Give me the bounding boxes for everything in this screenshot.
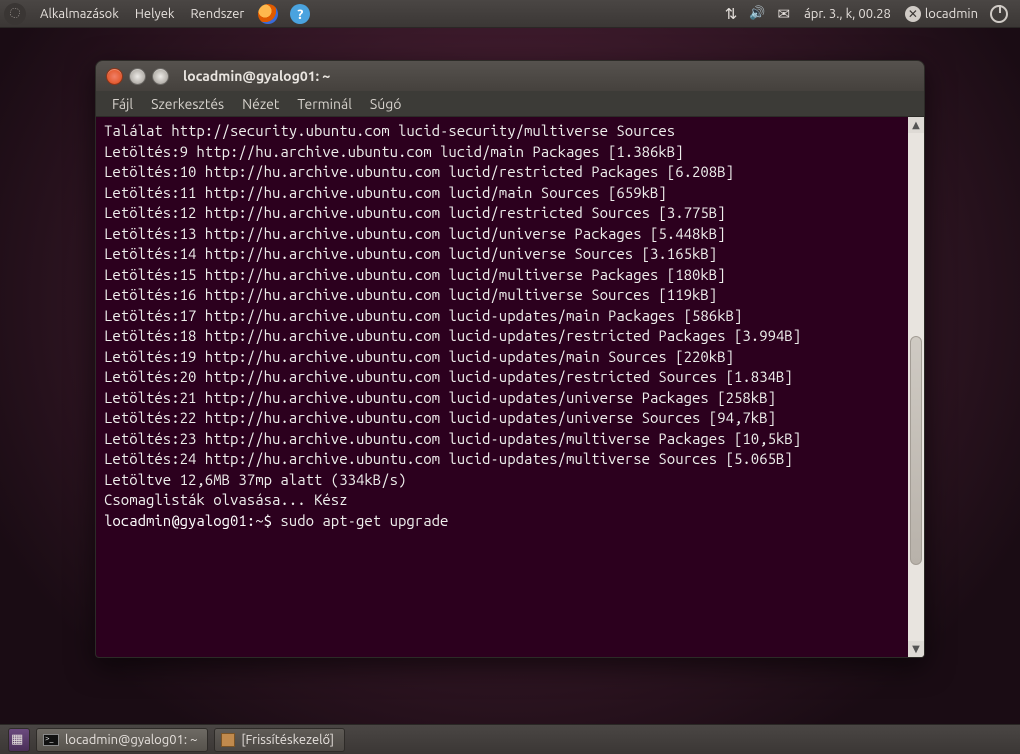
taskbar-item-terminal[interactable]: locadmin@gyalog01: ~: [36, 728, 208, 752]
user-menu-label: locadmin: [925, 7, 978, 21]
menu-view[interactable]: Nézet: [234, 93, 287, 115]
package-icon: [221, 733, 235, 747]
firefox-launcher-icon[interactable]: [258, 4, 278, 24]
shell-prompt: locadmin@gyalog01:~$: [104, 512, 280, 529]
scroll-track[interactable]: [908, 133, 924, 641]
shell-command: sudo apt-get upgrade: [280, 512, 448, 529]
taskbar-item-label: [Frissítéskezelő]: [241, 733, 334, 747]
scroll-thumb[interactable]: [910, 336, 922, 565]
show-desktop-icon: ▦: [11, 732, 27, 748]
terminal-output[interactable]: Találat http://security.ubuntu.com lucid…: [96, 117, 924, 657]
show-desktop-button[interactable]: ▦: [8, 728, 30, 752]
window-titlebar[interactable]: locadmin@gyalog01: ~: [96, 61, 924, 91]
window-minimize-button[interactable]: [129, 68, 146, 85]
user-menu[interactable]: ✕locadmin: [905, 6, 978, 22]
volume-indicator-icon[interactable]: 🔊: [749, 6, 765, 21]
top-panel: ◌ Alkalmazások Helyek Rendszer ? 🔊 ápr. …: [0, 0, 1020, 28]
menu-places[interactable]: Helyek: [127, 0, 183, 28]
scroll-up-icon[interactable]: ▲: [908, 117, 924, 133]
taskbar-item-update-manager[interactable]: [Frissítéskezelő]: [214, 728, 345, 752]
terminal-window: locadmin@gyalog01: ~ Fájl Szerkesztés Né…: [95, 60, 925, 658]
terminal-menubar: Fájl Szerkesztés Nézet Terminál Súgó: [96, 91, 924, 117]
window-close-button[interactable]: [106, 68, 123, 85]
scroll-down-icon[interactable]: ▼: [908, 641, 924, 657]
window-title: locadmin@gyalog01: ~: [183, 68, 330, 84]
menu-applications[interactable]: Alkalmazások: [32, 0, 127, 28]
ubuntu-logo-icon[interactable]: ◌: [4, 3, 26, 25]
menu-help[interactable]: Súgó: [362, 93, 410, 115]
window-maximize-button[interactable]: [152, 68, 169, 85]
power-icon[interactable]: [990, 5, 1008, 23]
terminal-icon: [43, 734, 59, 746]
menu-file[interactable]: Fájl: [104, 93, 141, 115]
messaging-indicator-icon[interactable]: [778, 5, 791, 23]
bottom-panel: ▦ locadmin@gyalog01: ~ [Frissítéskezelő]: [0, 724, 1020, 754]
clock[interactable]: ápr. 3., k, 00.28: [796, 0, 899, 28]
menu-terminal[interactable]: Terminál: [289, 93, 360, 115]
network-indicator-icon[interactable]: [725, 5, 738, 23]
taskbar-item-label: locadmin@gyalog01: ~: [65, 733, 197, 747]
terminal-scrollbar[interactable]: ▲ ▼: [908, 117, 924, 657]
help-launcher-icon[interactable]: ?: [290, 4, 310, 24]
menu-system[interactable]: Rendszer: [182, 0, 252, 28]
menu-edit[interactable]: Szerkesztés: [143, 93, 232, 115]
